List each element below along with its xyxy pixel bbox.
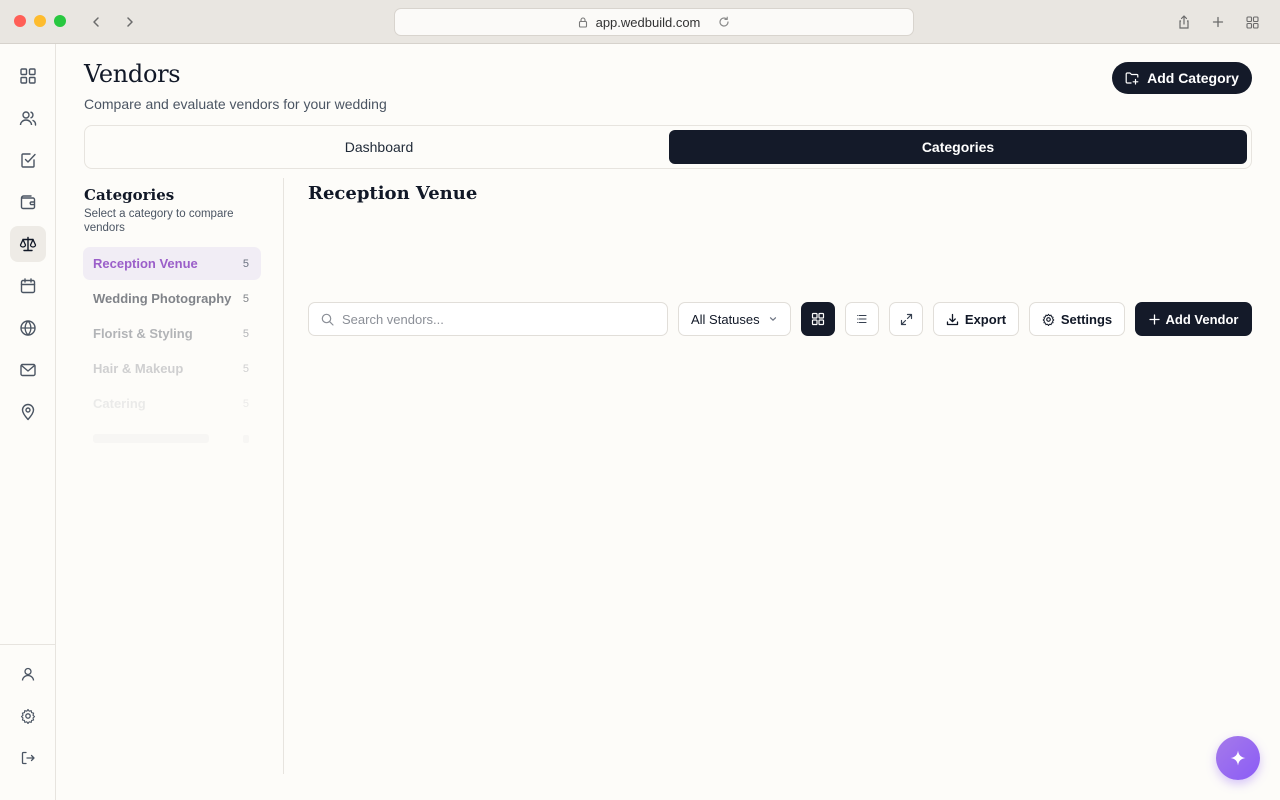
category-count: 5: [242, 397, 249, 410]
browser-toolbar: app.wedbuild.com: [0, 0, 1280, 44]
tabs-grid-icon: [1245, 15, 1259, 29]
lock-icon: [578, 16, 588, 28]
category-item-faded: [83, 422, 261, 455]
checklist-icon: [21, 153, 36, 168]
sparkle-icon: [1230, 750, 1246, 766]
calendar-icon: [20, 278, 36, 294]
categories-heading: Categories: [84, 186, 175, 204]
rail-calendar[interactable]: [10, 268, 46, 304]
status-filter-value: All Statuses: [691, 311, 760, 327]
grid-view-button[interactable]: [801, 302, 835, 336]
status-filter-select[interactable]: All Statuses: [678, 302, 791, 336]
search-icon: [321, 313, 334, 326]
users-icon: [19, 111, 37, 126]
expand-button[interactable]: [889, 302, 923, 336]
chevron-down-icon: [769, 317, 777, 321]
add-category-label: Add Category: [1147, 70, 1239, 86]
rail-profile[interactable]: [10, 656, 46, 692]
category-placeholder-bar: [93, 434, 209, 443]
mail-icon: [20, 363, 36, 377]
category-count: 5: [242, 292, 249, 305]
export-label: Export: [964, 311, 1007, 327]
category-count: 5: [242, 362, 249, 375]
rail-logout[interactable]: [10, 740, 46, 776]
rail-dashboard[interactable]: [10, 58, 46, 94]
map-pin-icon: [21, 403, 35, 421]
list-view-button[interactable]: [845, 302, 879, 336]
category-item-reception-venue[interactable]: Reception Venue 5: [83, 247, 261, 280]
chevron-right-icon: [127, 17, 133, 27]
add-vendor-button[interactable]: Add Vendor: [1135, 302, 1252, 336]
wallet-icon: [20, 195, 36, 210]
rail-website[interactable]: [10, 310, 46, 346]
panel-divider: [283, 178, 284, 774]
logout-icon: [21, 751, 35, 765]
category-label: Hair & Makeup: [93, 361, 184, 376]
scale-icon: [19, 236, 37, 252]
search-input[interactable]: [342, 311, 642, 327]
zoom-window-button[interactable]: [54, 15, 66, 27]
download-icon: [946, 313, 959, 325]
ai-assistant-fab[interactable]: [1216, 736, 1260, 780]
user-icon: [21, 667, 35, 681]
chevron-left-icon: [93, 17, 99, 27]
reload-icon[interactable]: [718, 16, 730, 28]
gear-icon: [20, 708, 36, 724]
category-item-wedding-photography[interactable]: Wedding Photography 5: [83, 282, 261, 315]
url-text: app.wedbuild.com: [595, 14, 701, 30]
category-count: 5: [242, 257, 249, 270]
category-item-florist-styling[interactable]: Florist & Styling 5: [83, 317, 261, 350]
settings-button[interactable]: Settings: [1029, 302, 1125, 336]
folder-plus-icon: [1125, 72, 1139, 85]
list-icon: [857, 314, 867, 324]
gear-icon: [1042, 313, 1055, 326]
category-item-hair-makeup[interactable]: Hair & Makeup 5: [83, 352, 261, 385]
rail-tasks[interactable]: [10, 142, 46, 178]
grid-icon: [20, 68, 36, 84]
view-tabs: Dashboard Categories: [84, 125, 1252, 169]
category-label: Florist & Styling: [93, 326, 193, 341]
add-category-button[interactable]: Add Category: [1112, 62, 1252, 94]
vendor-search[interactable]: [308, 302, 668, 336]
plus-icon: [1212, 16, 1224, 28]
rail-vendors[interactable]: [10, 226, 46, 262]
tab-overview-button[interactable]: [1241, 11, 1263, 33]
new-tab-button[interactable]: [1207, 11, 1229, 33]
address-bar[interactable]: app.wedbuild.com: [394, 8, 914, 36]
settings-label: Settings: [1060, 311, 1113, 327]
page-title: Vendors: [84, 60, 181, 88]
icon-rail: [0, 44, 56, 800]
section-title: Reception Venue: [308, 183, 478, 204]
rail-budget[interactable]: [10, 184, 46, 220]
category-placeholder-count: [243, 434, 249, 443]
share-button[interactable]: [1173, 11, 1195, 33]
rail-messages[interactable]: [10, 352, 46, 388]
add-vendor-label: Add Vendor: [1165, 311, 1239, 327]
plus-icon: [1148, 313, 1160, 325]
back-button[interactable]: [85, 11, 107, 33]
category-item-catering[interactable]: Catering 5: [83, 387, 261, 420]
rail-locations[interactable]: [10, 394, 46, 430]
page-subtitle: Compare and evaluate vendors for your we…: [84, 96, 387, 112]
grid-view-icon: [811, 312, 825, 326]
categories-description: Select a category to compare vendors: [84, 208, 234, 234]
share-icon: [1179, 15, 1189, 29]
category-count: 5: [242, 327, 249, 340]
tab-dashboard[interactable]: Dashboard: [89, 130, 669, 164]
globe-icon: [20, 320, 36, 336]
minimize-window-button[interactable]: [34, 15, 46, 27]
category-label: Wedding Photography: [93, 291, 232, 306]
rail-divider: [0, 644, 56, 645]
expand-icon: [900, 313, 912, 325]
category-label: Reception Venue: [93, 256, 198, 271]
category-label: Catering: [93, 396, 146, 411]
export-button[interactable]: Export: [933, 302, 1019, 336]
tab-categories[interactable]: Categories: [669, 130, 1247, 164]
rail-settings[interactable]: [10, 698, 46, 734]
forward-button[interactable]: [119, 11, 141, 33]
rail-guests[interactable]: [10, 100, 46, 136]
close-window-button[interactable]: [14, 15, 26, 27]
